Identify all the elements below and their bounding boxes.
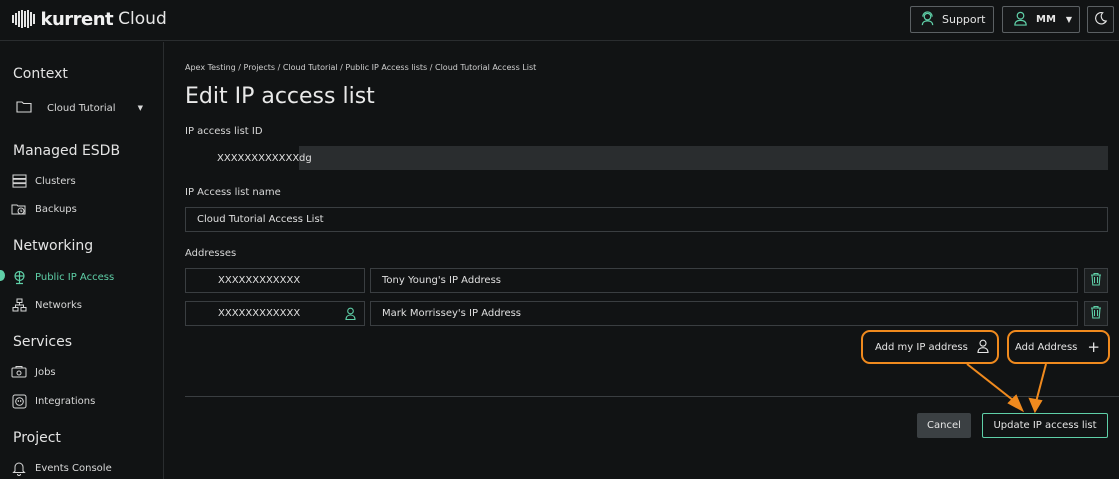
brand-name: kurrent: [40, 8, 114, 30]
add-address-button[interactable]: Add Address +: [1007, 330, 1110, 364]
sidebar-item-integrations[interactable]: Integrations: [10, 392, 95, 410]
folder-icon: [16, 100, 32, 116]
sidebar-item-events-console[interactable]: Events Console: [10, 459, 112, 477]
annotation-arrowhead: [1007, 394, 1025, 413]
address-ip-value: XXXXXXXXXXXX: [218, 308, 301, 319]
cancel-button[interactable]: Cancel: [917, 413, 971, 438]
address-description-input[interactable]: Tony Young's IP Address: [370, 268, 1078, 293]
address-description-input[interactable]: Mark Morrissey's IP Address: [370, 301, 1078, 326]
id-suffix: dg: [299, 152, 312, 164]
caret-down-icon: ▼: [137, 104, 143, 112]
user-icon: [1013, 11, 1028, 29]
user-initials: MM: [1036, 14, 1056, 25]
annotation-arrow: [966, 363, 1019, 405]
breadcrumb[interactable]: Apex Testing / Projects / Cloud Tutorial…: [185, 63, 536, 72]
update-button[interactable]: Update IP access list: [982, 413, 1108, 438]
project-section-title: Project: [13, 430, 61, 446]
moon-icon: [1094, 11, 1108, 28]
brand-suffix: Cloud: [118, 9, 167, 29]
active-indicator: [0, 270, 5, 281]
sidebar-item-label: Clusters: [35, 175, 76, 187]
sidebar-item-backups[interactable]: Backups: [10, 200, 77, 218]
sidebar-item-networks[interactable]: Networks: [10, 296, 82, 314]
sidebar: Context Cloud Tutorial ▼ Managed ESDB Cl…: [0, 42, 164, 479]
context-selector[interactable]: Cloud Tutorial ▼: [16, 98, 146, 118]
sidebar-item-label: Events Console: [35, 462, 112, 474]
add-my-ip-button[interactable]: Add my IP address: [861, 330, 999, 364]
delete-address-button[interactable]: [1084, 268, 1108, 293]
globe-pin-icon: [10, 269, 28, 285]
services-section-title: Services: [13, 334, 73, 350]
managed-esdb-section-title: Managed ESDB: [13, 143, 121, 159]
annotation-arrowhead: [1028, 397, 1043, 414]
id-label: IP access list ID: [185, 126, 263, 137]
support-label: Support: [942, 13, 986, 26]
jobs-icon: [10, 364, 28, 380]
context-value: Cloud Tutorial: [47, 102, 116, 114]
address-ip-input[interactable]: XXXXXXXXXXXX: [185, 268, 365, 293]
bell-icon: [10, 460, 28, 476]
name-input[interactable]: Cloud Tutorial Access List: [185, 207, 1108, 232]
sidebar-item-label: Public IP Access: [35, 271, 115, 283]
form-divider: [185, 396, 1119, 397]
annotation-arrows: [966, 363, 1047, 414]
plug-icon: [10, 393, 28, 409]
backup-icon: [10, 201, 28, 217]
user-icon: [345, 307, 356, 323]
context-section-title: Context: [13, 66, 68, 82]
delete-address-button[interactable]: [1084, 301, 1108, 326]
sidebar-item-label: Jobs: [35, 366, 56, 378]
support-icon: [920, 10, 935, 29]
support-button[interactable]: Support: [910, 6, 994, 33]
address-ip-input[interactable]: XXXXXXXXXXXX: [185, 301, 365, 326]
kurrent-logo[interactable]: kurrent Cloud: [12, 8, 167, 30]
network-icon: [10, 297, 28, 313]
chevron-down-icon: ▼: [1065, 15, 1073, 24]
sidebar-item-public-ip-access[interactable]: Public IP Access: [10, 268, 114, 286]
name-label: IP Access list name: [185, 187, 281, 198]
networking-section-title: Networking: [13, 238, 94, 254]
sidebar-item-label: Backups: [35, 203, 77, 215]
sidebar-item-clusters[interactable]: Clusters: [10, 172, 76, 190]
addresses-label: Addresses: [185, 248, 237, 259]
theme-toggle-button[interactable]: [1087, 6, 1114, 33]
sidebar-item-label: Networks: [35, 299, 82, 311]
sidebar-item-jobs[interactable]: Jobs: [10, 363, 56, 381]
sidebar-item-label: Integrations: [35, 395, 96, 407]
server-icon: [10, 173, 28, 189]
add-address-label: Add Address: [1015, 341, 1078, 353]
trash-icon: [1090, 304, 1102, 323]
logo-bars-icon: [12, 10, 35, 28]
id-masked-value: XXXXXXXXXXXX: [185, 146, 299, 170]
user-menu-button[interactable]: MM ▼: [1002, 6, 1080, 33]
trash-icon: [1090, 271, 1102, 290]
add-my-ip-label: Add my IP address: [875, 341, 968, 353]
id-field: XXXXXXXXXXXX dg: [185, 146, 1108, 170]
page-title: Edit IP access list: [185, 84, 375, 109]
top-bar: kurrent Cloud Support MM ▼: [0, 0, 1119, 41]
user-icon: [977, 339, 989, 356]
plus-icon: +: [1087, 338, 1100, 356]
